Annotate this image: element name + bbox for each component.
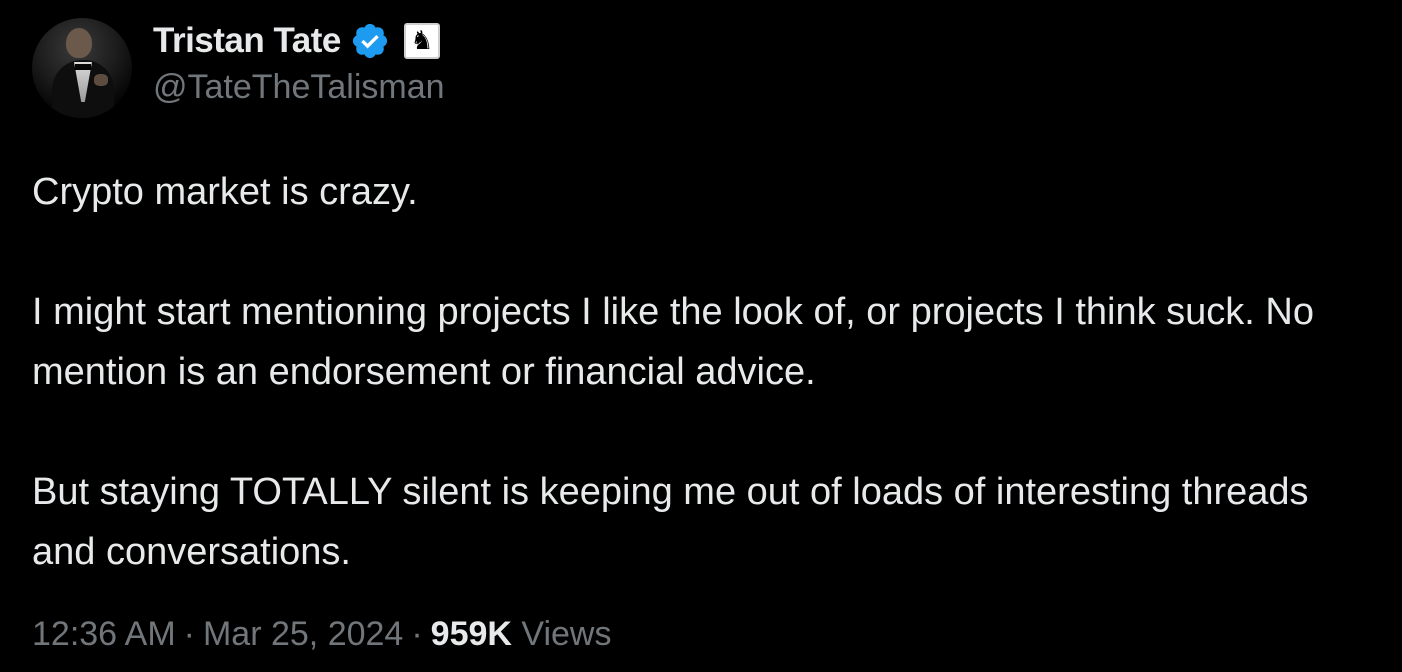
tweet-time[interactable]: 12:36 AM xyxy=(32,615,176,653)
views-count: 959K xyxy=(430,615,512,653)
display-name[interactable]: Tristan Tate xyxy=(153,21,341,61)
chess-knight-icon[interactable]: ♞ xyxy=(403,23,440,59)
tweet-card: Tristan Tate ♞ @TateTheTalisman Crypto m… xyxy=(0,0,1402,672)
tweet-paragraph: But staying TOTALLY silent is keeping me… xyxy=(32,471,1309,573)
verified-badge-icon[interactable] xyxy=(350,21,390,61)
tweet-header: Tristan Tate ♞ @TateTheTalisman xyxy=(32,18,445,118)
views-label: Views xyxy=(521,615,612,653)
meta-separator: · xyxy=(183,615,195,653)
name-row: Tristan Tate ♞ xyxy=(153,18,445,64)
tweet-text: Crypto market is crazy. I might start me… xyxy=(32,162,1372,582)
author-info: Tristan Tate ♞ @TateTheTalisman xyxy=(153,18,445,107)
tweet-date[interactable]: Mar 25, 2024 xyxy=(203,615,403,653)
avatar[interactable] xyxy=(32,18,132,118)
author-handle[interactable]: @TateTheTalisman xyxy=(153,68,445,107)
tweet-meta: 12:36 AM · Mar 25, 2024 · 959K Views xyxy=(32,615,612,654)
meta-separator: · xyxy=(411,615,423,653)
tweet-paragraph: I might start mentioning projects I like… xyxy=(32,291,1314,393)
tweet-paragraph: Crypto market is crazy. xyxy=(32,171,418,213)
